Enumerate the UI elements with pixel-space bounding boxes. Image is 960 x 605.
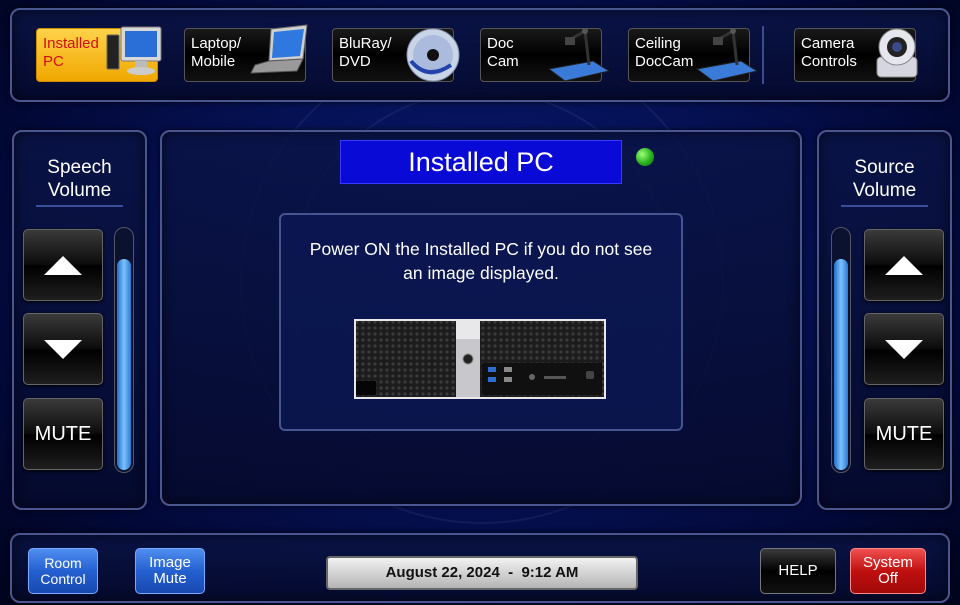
date-time-display: August 22, 2024 - 9:12 AM	[326, 556, 638, 590]
speech-volume-title: Speech Volume	[47, 157, 112, 201]
source-bar-divider	[762, 26, 764, 84]
source-button-doc-cam[interactable]: Doc Cam	[480, 28, 611, 82]
laptop-icon	[250, 24, 308, 74]
arrow-down-icon	[44, 340, 82, 359]
source-button-ceiling-doccam[interactable]: Ceiling DocCam	[628, 28, 759, 82]
source-volume-fill	[834, 259, 848, 470]
speech-volume-panel: Speech Volume MUTE	[12, 130, 147, 510]
source-volume-meter[interactable]	[831, 227, 851, 473]
page-title: Installed PC	[340, 140, 622, 184]
document-camera-icon	[695, 28, 759, 82]
mute-label: MUTE	[875, 423, 933, 445]
mute-label: MUTE	[34, 423, 92, 445]
instruction-text: Power ON the Installed PC if you do not …	[309, 239, 653, 283]
arrow-down-icon	[885, 340, 923, 359]
speech-volume-meter[interactable]	[114, 227, 134, 473]
system-off-button[interactable]: System Off	[850, 548, 926, 594]
source-volume-panel: Source Volume MUTE	[817, 130, 952, 510]
ptz-camera-icon	[876, 28, 918, 78]
title-underline	[36, 205, 123, 207]
source-label: BluRay/ DVD	[339, 35, 392, 70]
speech-volume-up-button[interactable]	[23, 229, 103, 301]
source-mute-button[interactable]: MUTE	[864, 398, 944, 470]
document-camera-icon	[547, 28, 611, 82]
source-button-camera-controls[interactable]: Camera Controls	[794, 28, 918, 82]
source-label: Doc Cam	[487, 35, 519, 70]
source-label: Camera Controls	[801, 35, 857, 70]
source-volume-up-button[interactable]	[864, 229, 944, 301]
source-button-bluray[interactable]: BluRay/ DVD	[332, 28, 460, 82]
room-control-button[interactable]: Room Control	[28, 548, 98, 594]
source-label: Installed PC	[43, 35, 99, 70]
source-button-installed-pc[interactable]: Installed PC	[36, 26, 162, 82]
speech-volume-fill	[117, 259, 131, 470]
speech-mute-button[interactable]: MUTE	[23, 398, 103, 470]
disc-icon	[406, 28, 460, 82]
instruction-box: Power ON the Installed PC if you do not …	[279, 213, 683, 431]
desktop-tower-image	[354, 319, 606, 399]
arrow-up-icon	[44, 256, 82, 275]
source-volume-title: Source Volume	[852, 157, 917, 201]
source-label: Laptop/ Mobile	[191, 35, 242, 70]
speech-volume-down-button[interactable]	[23, 313, 103, 385]
touch-panel-screen: Installed PC Laptop/ Mobile BluRay/ DVD …	[0, 0, 960, 605]
help-button[interactable]: HELP	[760, 548, 836, 594]
arrow-up-icon	[885, 256, 923, 275]
source-label: Ceiling DocCam	[635, 35, 694, 70]
source-button-laptop[interactable]: Laptop/ Mobile	[184, 24, 308, 82]
source-volume-down-button[interactable]	[864, 313, 944, 385]
desktop-pc-icon	[106, 26, 162, 75]
title-underline	[841, 205, 928, 207]
power-status-indicator	[636, 148, 654, 166]
image-mute-button[interactable]: Image Mute	[135, 548, 205, 594]
